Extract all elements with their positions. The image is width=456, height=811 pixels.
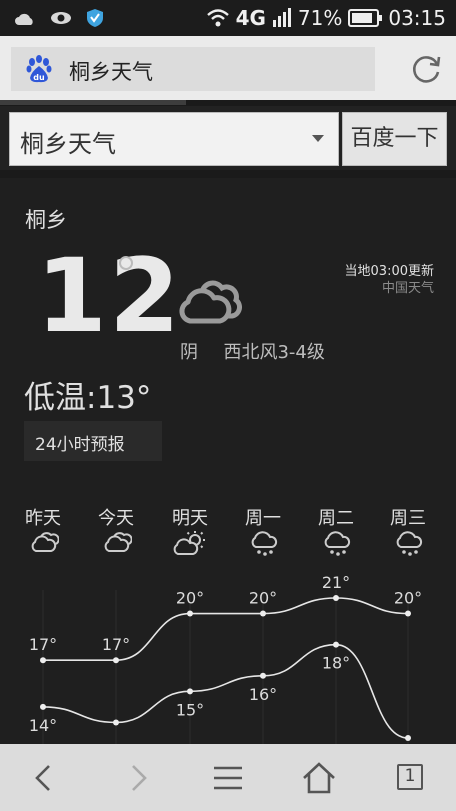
chart-point (40, 703, 46, 710)
chevron-down-icon[interactable] (312, 135, 324, 142)
status-time: 03:15 (388, 6, 446, 30)
low-temperature: 低温:13° (24, 380, 152, 416)
signal-icon (272, 8, 291, 27)
tab-count: 1 (404, 766, 416, 786)
battery-icon (348, 9, 383, 27)
shield-icon (87, 9, 103, 27)
chart-value-label: 21° (322, 573, 350, 592)
current-temperature: 12 (36, 237, 182, 356)
day-label: 明天 (172, 508, 208, 529)
chart-point (260, 610, 266, 617)
address-bar: du 桐乡天气 (0, 36, 456, 100)
data-source: 中国天气 (381, 281, 434, 296)
degree-symbol (119, 256, 133, 270)
wifi-icon (206, 9, 229, 27)
eye-icon (51, 12, 71, 24)
temperature-chart: 17° 17° 20° 20° 21° 20° 14° 15° 16° 18° (29, 573, 422, 744)
day-label: 周一 (245, 508, 281, 529)
chart-value-label: 16° (249, 685, 277, 704)
chart-point (113, 657, 119, 664)
rain-icon (396, 531, 423, 556)
hourly-forecast-label: 24小时预报 (35, 435, 125, 455)
battery-percent: 71% (297, 6, 343, 30)
chart-point (40, 657, 46, 664)
tabs-icon[interactable]: 1 (391, 758, 431, 798)
forward-icon[interactable] (118, 758, 158, 798)
search-bar: 桐乡天气 百度一下 (0, 106, 456, 170)
hourly-forecast-button[interactable]: 24小时预报 (24, 421, 162, 461)
chart-value-label: 14° (29, 716, 57, 735)
search-input[interactable]: 桐乡天气 (9, 112, 339, 166)
bottom-nav: 1 (0, 744, 456, 811)
low-temp-line (42, 643, 409, 739)
chart-point (113, 719, 119, 726)
status-bar: 4G 71% 03:15 (0, 0, 456, 36)
cloud-icon (31, 532, 59, 552)
home-icon[interactable] (299, 758, 339, 798)
refresh-icon[interactable] (410, 52, 444, 86)
chart-value-label: 18° (322, 654, 350, 673)
high-temp-line (43, 597, 409, 662)
chart-value-label: 20° (176, 589, 204, 608)
address-text: 桐乡天气 (69, 60, 153, 84)
network-type: 4G (235, 6, 266, 30)
address-field[interactable]: du 桐乡天气 (11, 47, 375, 91)
cloud-icon (179, 280, 242, 324)
weather-condition: 阴 (180, 342, 198, 363)
cloud-icon (15, 13, 33, 25)
chart-value-label: 20° (394, 589, 422, 608)
day-label: 昨天 (25, 508, 61, 529)
chart-value-label: 17° (29, 635, 57, 654)
svg-text:du: du (33, 73, 45, 82)
chart-point (333, 641, 339, 648)
cloud-icon (104, 532, 132, 552)
chart-point (187, 688, 193, 695)
back-icon[interactable] (24, 758, 64, 798)
day-label: 周二 (318, 508, 354, 529)
rain-icon (324, 531, 351, 556)
chart-point (333, 595, 339, 601)
day-label: 今天 (98, 508, 134, 529)
chart-point (405, 610, 411, 617)
baidu-paw-icon: du (26, 55, 52, 83)
search-query: 桐乡天气 (20, 130, 116, 158)
chart-point (187, 610, 193, 617)
menu-icon[interactable] (208, 758, 248, 798)
chart-value-label: 15° (176, 700, 204, 719)
weather-description: 阴 西北风3-4级 (180, 338, 325, 364)
search-button[interactable]: 百度一下 (342, 112, 447, 166)
page-load-progress (0, 100, 186, 105)
chart-point (260, 672, 266, 679)
rain-icon (251, 531, 278, 556)
city-name: 桐乡 (25, 208, 67, 232)
wind-info: 西北风3-4级 (223, 342, 325, 363)
partly-sunny-icon (173, 531, 205, 555)
day-label: 周三 (390, 508, 426, 529)
chart-value-label: 17° (102, 635, 130, 654)
chart-point (405, 735, 411, 741)
chart-value-label: 20° (249, 589, 277, 608)
